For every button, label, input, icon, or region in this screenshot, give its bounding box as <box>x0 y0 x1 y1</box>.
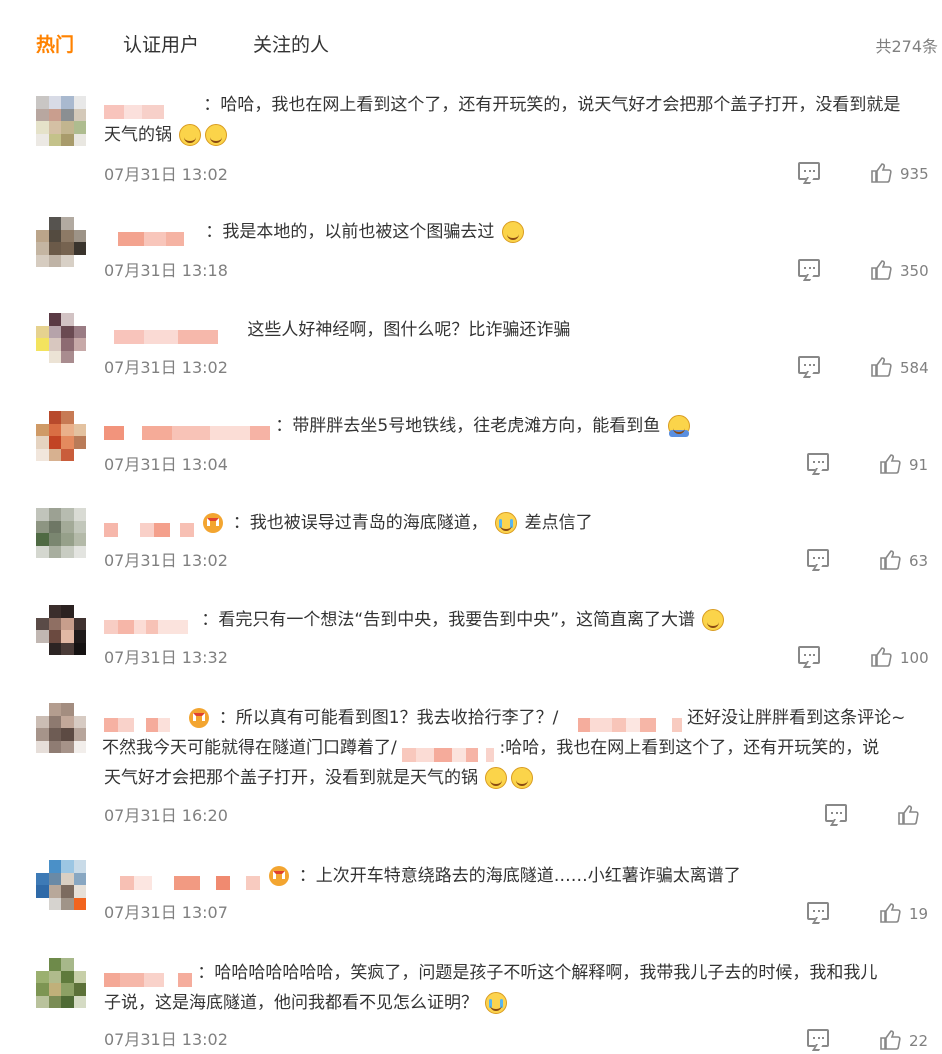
comment-text: ：我是本地的，以前也被这个图骗去过 <box>205 222 495 242</box>
username[interactable] <box>104 711 180 732</box>
comment-time: 07月31日 13:18 <box>104 261 228 280</box>
hug-emoji-icon <box>667 415 690 437</box>
laugh-emoji-icon <box>485 767 508 789</box>
comment-time: 07月31日 13:02 <box>104 551 228 570</box>
reply-icon[interactable] <box>798 356 820 374</box>
thumbs-up-icon <box>871 647 892 667</box>
thumbs-up-icon <box>871 357 892 377</box>
comment-text: ：我也被误导过青岛的海底隧道， <box>232 513 488 533</box>
comment-tabs: 热门 认证用户 关注的人 共274条 <box>36 30 938 60</box>
like-count: 19 <box>909 905 929 923</box>
avatar[interactable] <box>36 703 86 753</box>
like-count: 22 <box>909 1032 929 1050</box>
comment-time: 07月31日 13:04 <box>104 455 228 474</box>
reply-icon[interactable] <box>807 453 829 471</box>
reply-icon[interactable] <box>798 162 820 180</box>
mention-username[interactable] <box>402 741 495 762</box>
thumbs-up-icon <box>880 1030 901 1050</box>
thumbs-up-icon <box>871 163 892 183</box>
avatar[interactable] <box>36 313 86 363</box>
comment-text-cont: :哈哈，我也在网上看到这个了，还有开玩笑的，说 <box>499 738 880 758</box>
reply-icon[interactable] <box>807 1029 829 1047</box>
comment-text-cont: 子说，这是海底隧道，他问我都看不见怎么证明？ <box>104 993 478 1013</box>
avatar[interactable] <box>36 508 86 558</box>
cry-laugh-emoji-icon <box>495 512 518 534</box>
comment-text: ：所以真有可能看到图1？我去收拾行李了？/ <box>218 708 559 728</box>
comment-text: ：带胖胖去坐5号地铁线，往老虎滩方向，能看到鱼 <box>275 416 661 436</box>
reply-icon[interactable] <box>798 259 820 277</box>
crown-badge-icon <box>189 708 210 728</box>
comment-text-cont: 差点信了 <box>524 513 593 533</box>
comment-text: 这些人好神经啊，图什么呢？比诈骗还诈骗 <box>247 320 571 340</box>
comment-text-cont: 天气好才会把那个盖子打开，没看到就是天气的锅 <box>104 768 478 788</box>
avatar[interactable] <box>36 860 86 910</box>
comment-text: ：上次开车特意绕路去的海底隧道……小红薯诈骗太离谱了 <box>298 866 741 886</box>
thumbs-up-icon <box>898 805 919 825</box>
like-count: 91 <box>909 456 929 474</box>
crown-badge-icon <box>203 513 224 533</box>
comment-time: 07月31日 13:07 <box>104 903 228 922</box>
like-count: 100 <box>900 649 929 667</box>
comment-count: 共274条 <box>875 37 938 56</box>
username[interactable] <box>104 98 198 119</box>
username[interactable] <box>104 419 270 440</box>
reply-icon[interactable] <box>825 804 847 822</box>
mention-username[interactable] <box>563 711 682 732</box>
like-count: 63 <box>909 552 929 570</box>
comment-text-cont: 不然我今天可能就得在隧道门口蹲着了/ <box>102 738 397 758</box>
avatar[interactable] <box>36 96 86 146</box>
comment-time: 07月31日 13:02 <box>104 165 228 184</box>
username[interactable] <box>104 323 242 344</box>
avatar[interactable] <box>36 958 86 1008</box>
comment-text: ：哈哈，我也在网上看到这个了，还有开玩笑的，说天气好才会把那个盖子打开，没看到就… <box>203 95 901 115</box>
like-count: 350 <box>900 262 929 280</box>
comment-text-cont: 天气的锅 <box>104 125 172 145</box>
username[interactable] <box>104 225 200 246</box>
tab-verified-users[interactable]: 认证用户 <box>123 30 199 57</box>
comment-time: 07月31日 13:02 <box>104 358 228 377</box>
avatar[interactable] <box>36 411 86 461</box>
crown-badge-icon <box>269 866 290 886</box>
like-count: 935 <box>900 165 929 183</box>
like-count: 584 <box>900 359 929 377</box>
thumbs-up-icon <box>871 260 892 280</box>
avatar[interactable] <box>36 605 86 655</box>
reply-icon[interactable] <box>807 902 829 920</box>
comment-time: 07月31日 16:20 <box>104 806 228 825</box>
comment-text-cont: 还好没让胖胖看到这条评论~ <box>687 708 906 728</box>
username[interactable] <box>104 869 260 890</box>
comment-text: ：哈哈哈哈哈哈哈，笑疯了，问题是孩子不听这个解释啊，我带我儿子去的时候，我和我儿 <box>197 963 878 983</box>
laugh-emoji-icon <box>511 767 534 789</box>
username[interactable] <box>104 966 192 987</box>
laugh-emoji-icon <box>501 221 524 243</box>
tab-following[interactable]: 关注的人 <box>253 30 329 57</box>
comment-time: 07月31日 13:32 <box>104 648 228 667</box>
tab-hot[interactable]: 热门 <box>36 30 74 57</box>
username[interactable] <box>104 516 194 537</box>
thumbs-up-icon <box>880 550 901 570</box>
comment-text: ：看完只有一个想法“告到中央，我要告到中央”，这简直离了大谱 <box>201 610 696 630</box>
laugh-emoji-icon <box>179 124 202 146</box>
thumbs-up-icon <box>880 903 901 923</box>
comment-time: 07月31日 13:02 <box>104 1030 228 1049</box>
reply-icon[interactable] <box>798 646 820 664</box>
username[interactable] <box>104 613 196 634</box>
reply-icon[interactable] <box>807 549 829 567</box>
laugh-emoji-icon <box>702 609 725 631</box>
thumbs-up-icon <box>880 454 901 474</box>
cry-laugh-emoji-icon <box>485 992 508 1014</box>
avatar[interactable] <box>36 217 86 267</box>
laugh-emoji-icon <box>205 124 228 146</box>
